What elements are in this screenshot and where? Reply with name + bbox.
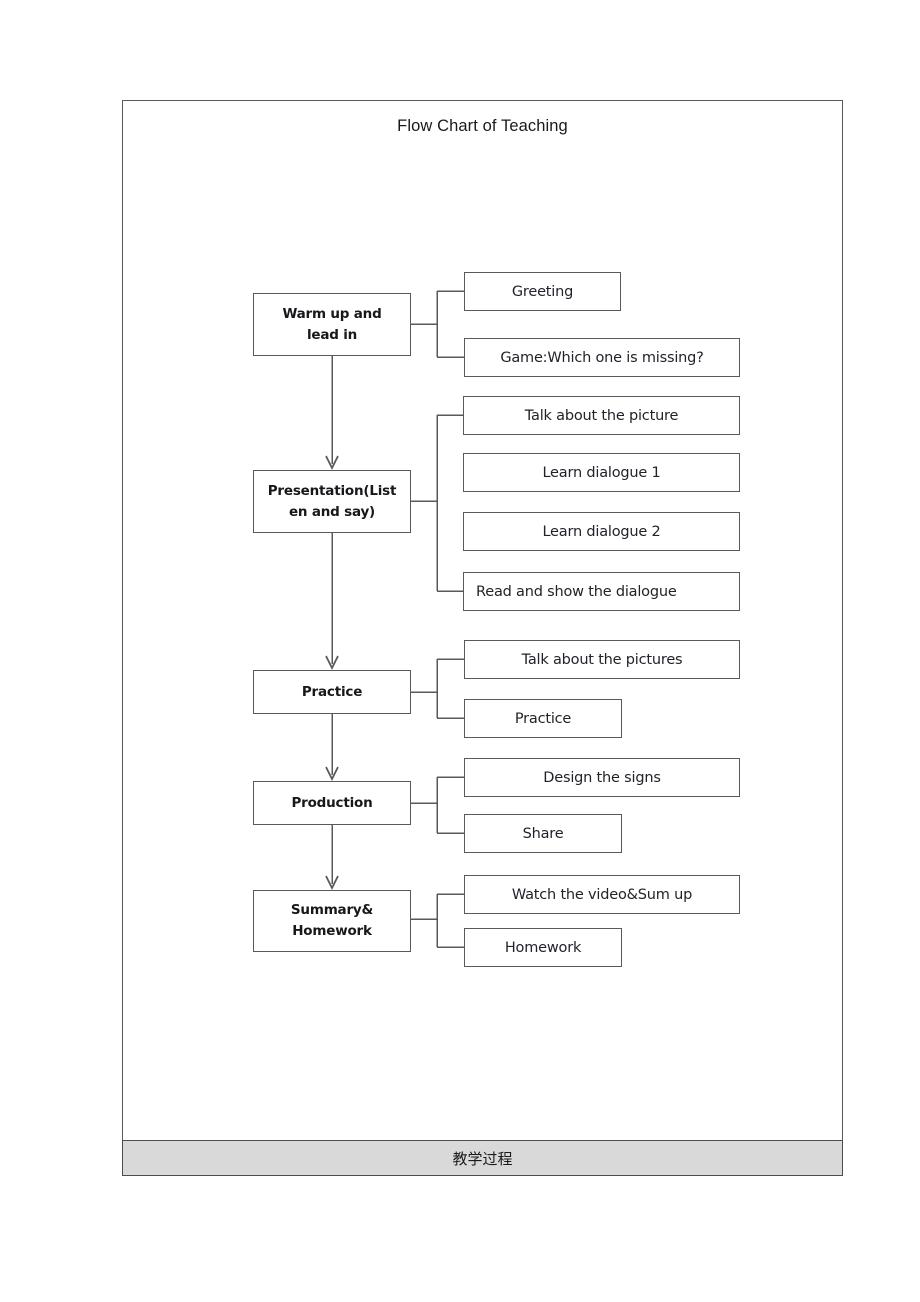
flow-node-label: Presentation(List en and say): [267, 482, 397, 520]
flow-node-label: Practice: [514, 710, 572, 727]
flow-node-learn-dialogue-2[interactable]: Learn dialogue 2: [463, 512, 740, 551]
flow-node-greeting[interactable]: Greeting: [464, 272, 621, 311]
flow-node-learn-dialogue-1[interactable]: Learn dialogue 1: [463, 453, 740, 492]
flow-node-label: Practice: [301, 683, 363, 700]
flow-node-label: Learn dialogue 2: [542, 523, 661, 540]
flow-node-label: Production: [291, 794, 373, 811]
flow-node-read-and-show[interactable]: Read and show the dialogue: [463, 572, 740, 611]
flow-node-talk-about-the-picture[interactable]: Talk about the picture: [463, 396, 740, 435]
document-frame: Flow Chart of Teaching: [122, 100, 843, 1176]
caption-text: 教学过程: [452, 1149, 513, 1168]
flow-node-production[interactable]: Production: [253, 781, 411, 825]
page-title: Flow Chart of Teaching: [397, 117, 568, 135]
flow-node-presentation[interactable]: Presentation(List en and say): [253, 470, 411, 533]
flow-node-design-the-signs[interactable]: Design the signs: [464, 758, 740, 797]
flow-node-label: Game:Which one is missing?: [500, 349, 704, 366]
flow-node-label: Read and show the dialogue: [476, 583, 677, 600]
flow-node-label: Greeting: [511, 283, 574, 300]
flow-node-label: Talk about the picture: [524, 407, 679, 424]
flow-node-practice[interactable]: Practice: [253, 670, 411, 714]
flow-node-talk-about-the-pictures[interactable]: Talk about the pictures: [464, 640, 740, 679]
flow-node-label: Warm up and lead in: [282, 305, 382, 343]
flow-node-summary[interactable]: Summary& Homework: [253, 890, 411, 952]
flow-node-label: Learn dialogue 1: [542, 464, 661, 481]
caption-bar: 教学过程: [122, 1140, 843, 1176]
flow-node-label: Share: [522, 825, 564, 842]
flow-node-label: Watch the video&Sum up: [511, 886, 693, 903]
flow-node-label: Summary& Homework: [290, 902, 374, 939]
flow-node-homework[interactable]: Homework: [464, 928, 622, 967]
flow-node-practice-sub[interactable]: Practice: [464, 699, 622, 738]
flow-node-game[interactable]: Game:Which one is missing?: [464, 338, 740, 377]
flow-node-label: Homework: [504, 939, 582, 956]
flow-node-label: Design the signs: [543, 769, 661, 786]
flow-node-warm-up[interactable]: Warm up and lead in: [253, 293, 411, 356]
flow-node-label: Talk about the pictures: [521, 651, 683, 668]
flow-node-watch-video-sum-up[interactable]: Watch the video&Sum up: [464, 875, 740, 914]
flow-node-share[interactable]: Share: [464, 814, 622, 853]
